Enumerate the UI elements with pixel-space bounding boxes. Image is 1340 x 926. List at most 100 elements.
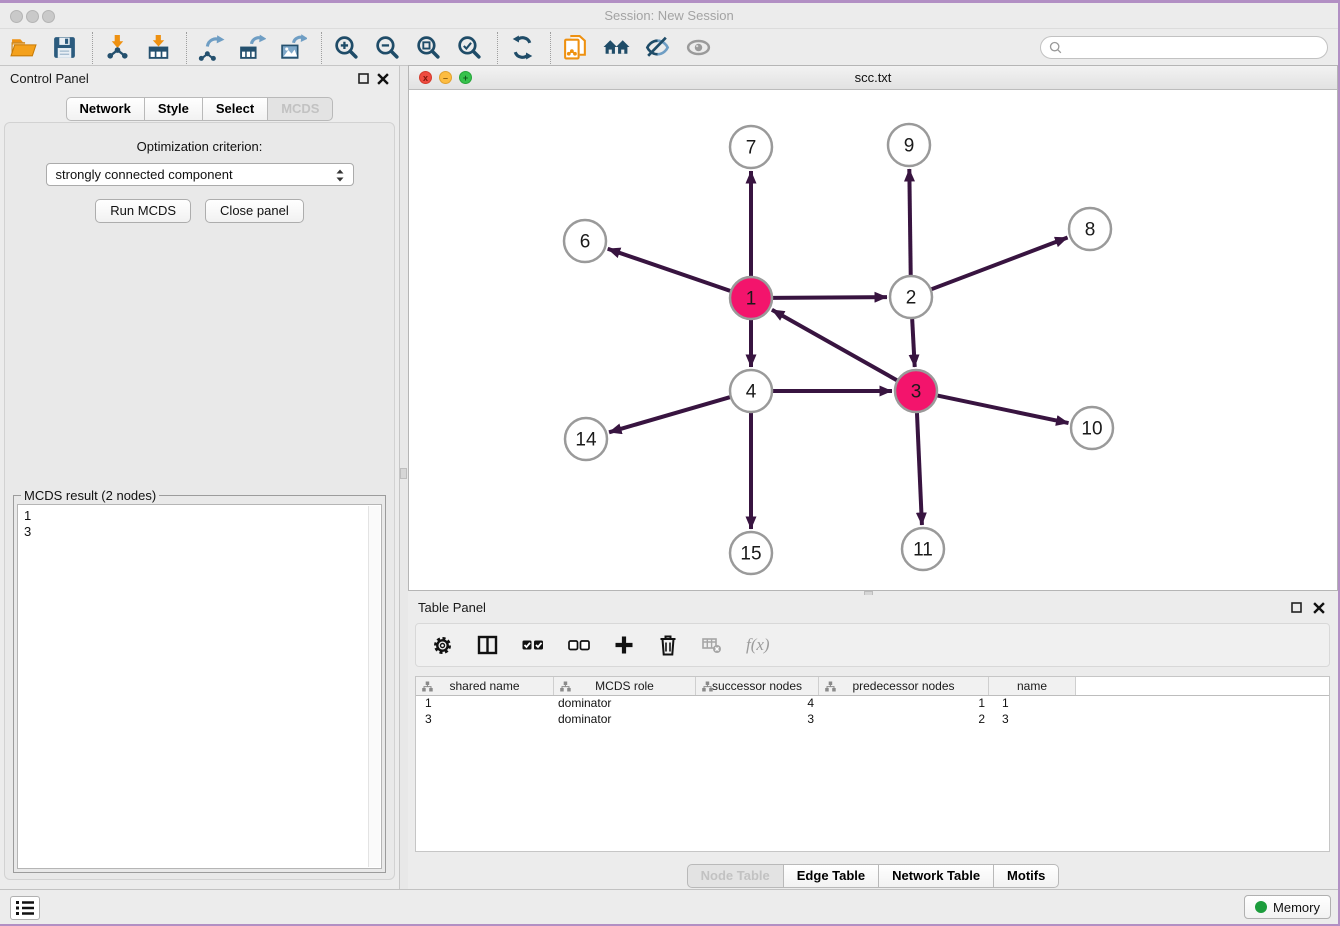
column-header-shared-name[interactable]: shared name bbox=[416, 677, 554, 695]
edge-1-to-2[interactable] bbox=[773, 297, 887, 298]
table-cell[interactable]: dominator bbox=[554, 712, 696, 728]
result-scrollbar[interactable] bbox=[368, 506, 380, 867]
tab-node-table[interactable]: Node Table bbox=[687, 864, 784, 888]
desktop-frame: Session: New Session bbox=[0, 0, 1340, 926]
select-all-button[interactable] bbox=[522, 635, 544, 655]
edge-2-to-3[interactable] bbox=[912, 319, 915, 367]
zoom-selected-button[interactable] bbox=[454, 33, 484, 63]
edge-1-to-6[interactable] bbox=[608, 249, 730, 291]
task-history-button[interactable] bbox=[10, 896, 40, 920]
edge-4-to-14[interactable] bbox=[609, 397, 730, 432]
float-panel-icon[interactable] bbox=[358, 73, 369, 84]
run-mcds-button[interactable]: Run MCDS bbox=[95, 199, 191, 223]
save-session-button[interactable] bbox=[49, 33, 79, 63]
column-header-successor-nodes[interactable]: successor nodes bbox=[696, 677, 819, 695]
node-label-3: 3 bbox=[911, 382, 922, 403]
attribute-tree-icon bbox=[825, 681, 836, 692]
mcds-result-area[interactable]: 1 3 bbox=[17, 504, 382, 869]
node-label-14: 14 bbox=[575, 430, 597, 451]
export-network-button[interactable] bbox=[196, 33, 226, 63]
hide-graphics-details-button[interactable] bbox=[642, 33, 672, 63]
criterion-select[interactable]: strongly connected component bbox=[46, 163, 354, 186]
export-image-button[interactable] bbox=[278, 33, 308, 63]
first-neighbors-button[interactable] bbox=[601, 33, 631, 63]
edge-3-to-10[interactable] bbox=[938, 396, 1069, 424]
deselect-all-button[interactable] bbox=[568, 635, 590, 655]
export-table-icon bbox=[239, 34, 266, 61]
import-table-button[interactable] bbox=[143, 33, 173, 63]
table-cell[interactable]: 4 bbox=[696, 696, 819, 712]
tab-style[interactable]: Style bbox=[144, 97, 203, 121]
table-cell[interactable]: 1 bbox=[819, 696, 989, 712]
table-row[interactable]: 1dominator411 bbox=[416, 696, 1329, 712]
zoom-in-button[interactable] bbox=[331, 33, 361, 63]
tab-motifs[interactable]: Motifs bbox=[993, 864, 1059, 888]
memory-label: Memory bbox=[1273, 900, 1320, 915]
network-canvas[interactable]: 1234678910111415 bbox=[409, 90, 1337, 590]
zoom-out-icon bbox=[374, 34, 401, 61]
refresh-icon bbox=[509, 34, 536, 61]
edge-2-to-8[interactable] bbox=[932, 238, 1068, 290]
table-cell[interactable]: 1 bbox=[989, 696, 1076, 712]
table-panel: Table Panel bbox=[408, 595, 1338, 889]
open-session-button[interactable] bbox=[8, 33, 38, 63]
tab-network[interactable]: Network bbox=[66, 97, 145, 121]
node-table[interactable]: shared name MCDS role successor nodes prede… bbox=[415, 676, 1330, 852]
network-graph: 1234678910111415 bbox=[409, 90, 1337, 590]
table-cell[interactable]: 2 bbox=[819, 712, 989, 728]
table-settings-button[interactable] bbox=[432, 635, 453, 656]
table-cell[interactable]: 3 bbox=[696, 712, 819, 728]
table-cell[interactable]: 1 bbox=[416, 696, 554, 712]
table-row[interactable]: 3dominator323 bbox=[416, 712, 1329, 728]
mcds-panel: Optimization criterion: strongly connect… bbox=[4, 122, 395, 880]
node-label-9: 9 bbox=[904, 136, 915, 157]
memory-button[interactable]: Memory bbox=[1244, 895, 1331, 919]
tab-edge-table[interactable]: Edge Table bbox=[783, 864, 879, 888]
columns-icon bbox=[477, 635, 498, 655]
table-cell[interactable]: 3 bbox=[416, 712, 554, 728]
attribute-tree-icon bbox=[702, 681, 713, 692]
table-cell[interactable]: 3 bbox=[989, 712, 1076, 728]
table-cell[interactable]: dominator bbox=[554, 696, 696, 712]
tab-mcds[interactable]: MCDS bbox=[267, 97, 333, 121]
edge-3-to-11[interactable] bbox=[917, 413, 922, 525]
close-panel-icon[interactable] bbox=[377, 73, 389, 85]
vertical-splitter[interactable] bbox=[400, 66, 408, 889]
import-network-button[interactable] bbox=[102, 33, 132, 63]
fit-content-button[interactable] bbox=[413, 33, 443, 63]
table-toolbar: f(x) bbox=[415, 623, 1330, 667]
column-label: MCDS role bbox=[595, 679, 654, 693]
column-label: successor nodes bbox=[712, 679, 802, 693]
select-stepper-icon bbox=[333, 168, 347, 183]
toolbar-separator bbox=[92, 32, 93, 64]
close-panel-button[interactable]: Close panel bbox=[205, 199, 304, 223]
splitter-handle[interactable] bbox=[400, 468, 407, 479]
unchecked-boxes-icon bbox=[568, 635, 590, 655]
apply-layout-button[interactable] bbox=[507, 33, 537, 63]
export-table-button[interactable] bbox=[237, 33, 267, 63]
float-panel-icon[interactable] bbox=[1291, 602, 1302, 613]
zoom-out-button[interactable] bbox=[372, 33, 402, 63]
column-header-MCDS-role[interactable]: MCDS role bbox=[554, 677, 696, 695]
search-input[interactable] bbox=[1063, 38, 1327, 57]
close-panel-icon[interactable] bbox=[1313, 602, 1325, 614]
delete-column-button[interactable] bbox=[658, 634, 678, 656]
add-column-button[interactable] bbox=[614, 635, 634, 655]
status-bar: Memory bbox=[0, 889, 1338, 924]
column-header-name[interactable]: name bbox=[989, 677, 1076, 695]
tab-select[interactable]: Select bbox=[202, 97, 268, 121]
column-label: predecessor nodes bbox=[852, 679, 954, 693]
column-label: shared name bbox=[449, 679, 519, 693]
delete-table-icon bbox=[702, 636, 722, 654]
plus-icon bbox=[614, 635, 634, 655]
show-columns-button[interactable] bbox=[477, 635, 498, 655]
edge-2-to-9[interactable] bbox=[909, 169, 910, 275]
list-icon bbox=[14, 898, 36, 918]
show-graphics-details-button[interactable] bbox=[683, 33, 713, 63]
column-header-predecessor-nodes[interactable]: predecessor nodes bbox=[819, 677, 989, 695]
edge-3-to-1[interactable] bbox=[772, 310, 897, 380]
open-folder-icon bbox=[10, 34, 37, 61]
tab-network-table[interactable]: Network Table bbox=[878, 864, 994, 888]
control-panel: Control Panel NetworkStyleSelectMCDS Opt… bbox=[0, 66, 400, 889]
clone-network-button[interactable] bbox=[560, 33, 590, 63]
